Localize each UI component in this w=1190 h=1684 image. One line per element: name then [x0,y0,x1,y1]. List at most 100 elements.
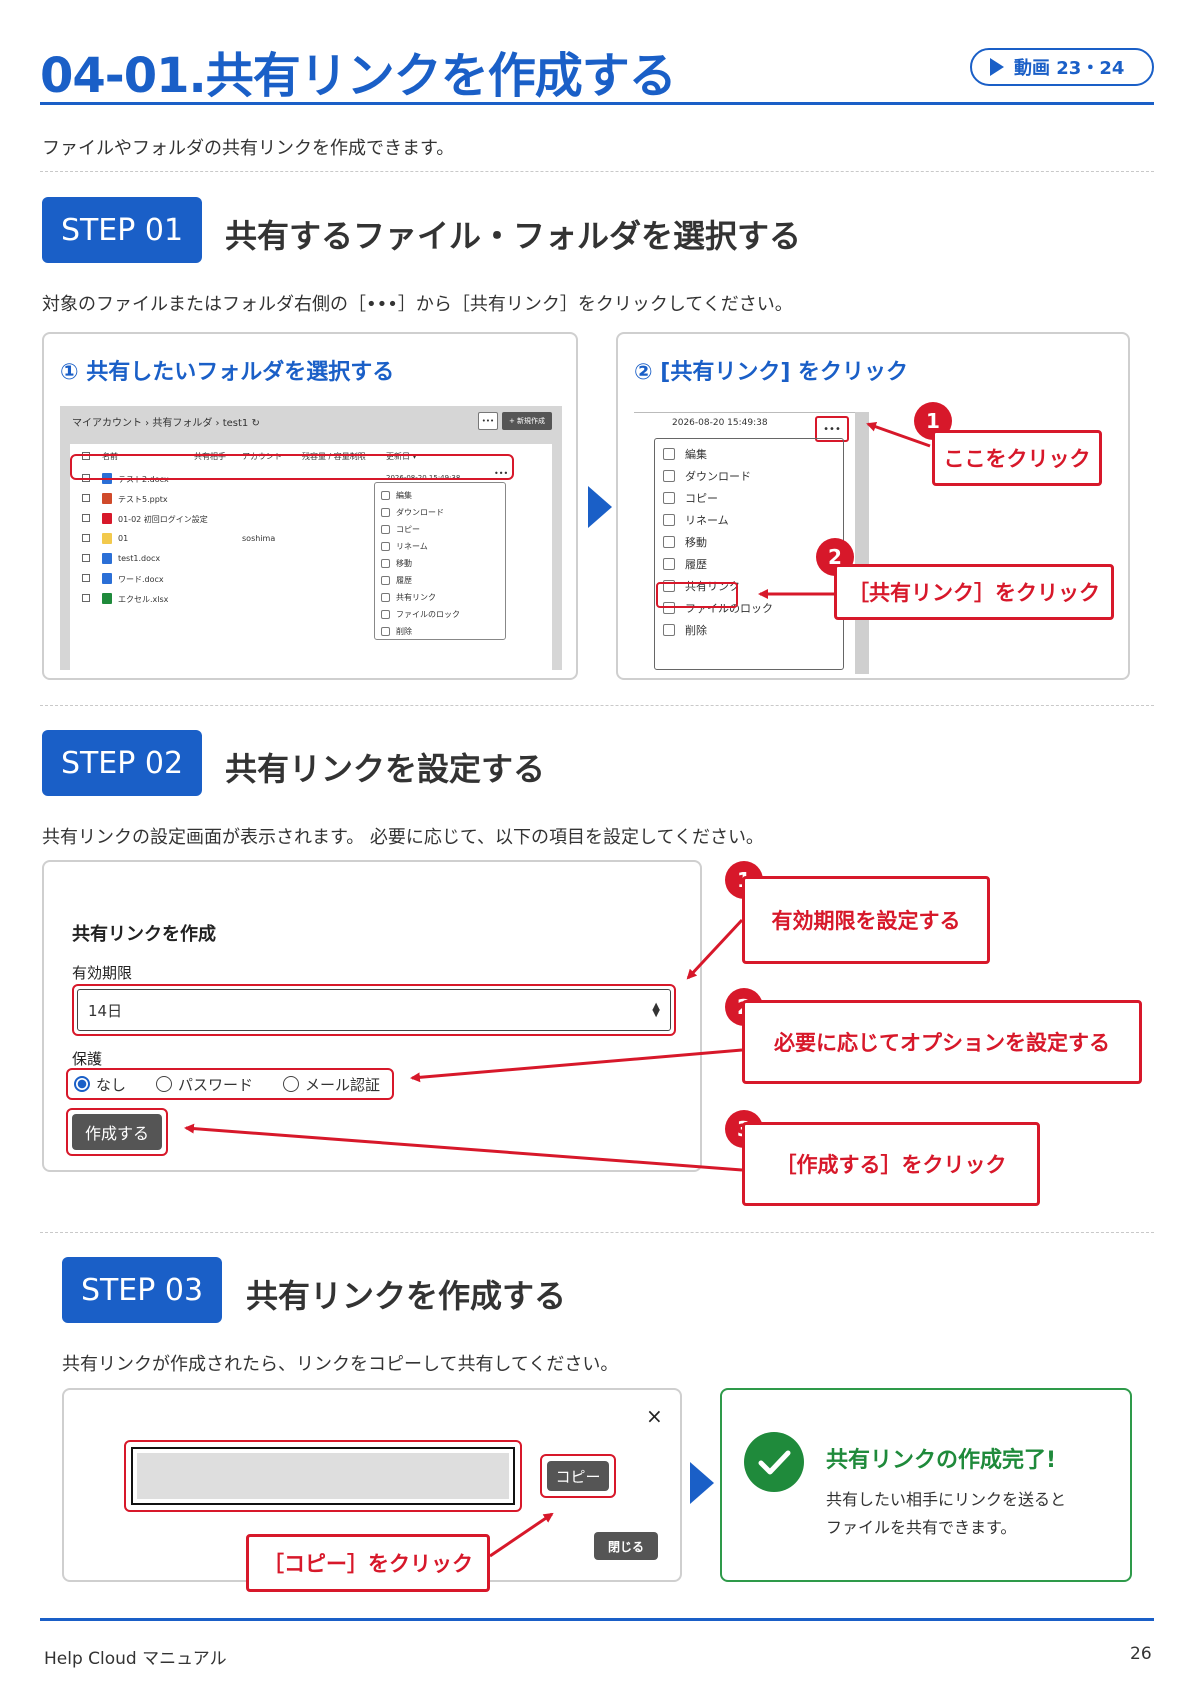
select-arrows-icon: ▲ ▼ [652,1001,660,1019]
callout-create: ［作成する］をクリック [742,1122,1040,1206]
menu-icon [663,536,675,548]
close-icon[interactable]: × [646,1404,663,1428]
row-checkbox[interactable] [82,514,90,522]
row-checkbox[interactable] [82,574,90,582]
row-checkbox[interactable] [82,554,90,562]
menu-label: 編集 [396,491,412,500]
highlight-row [70,454,514,480]
video-label: 動画 23・24 [1014,58,1125,79]
menu-icon [663,514,675,526]
menu-item[interactable]: 履歴 [381,572,499,589]
menu-label: 移動 [396,559,412,568]
menu-icon [663,558,675,570]
row-checkbox[interactable] [82,594,90,602]
step3-lead: 共有リンクが作成されたら、リンクをコピーして共有してください。 [62,1354,619,1375]
option-email-label: メール認証 [305,1075,381,1094]
menu-item[interactable]: リネーム [381,538,499,555]
menu-label: リネーム [685,514,729,527]
copy-button[interactable]: コピー [547,1461,609,1491]
header-rule [40,102,1154,105]
protect-label: 保護 [72,1050,103,1068]
play-icon [990,58,1004,76]
menu-label: ファイルのロック [396,610,460,619]
row-checkbox[interactable] [82,534,90,542]
menu-item[interactable]: 編集 [655,443,843,465]
menu-label: 編集 [685,448,707,461]
panel2-title: ② [共有リンク] をクリック [634,360,909,385]
menu-item[interactable]: 移動 [381,555,499,572]
radio-password[interactable] [156,1076,173,1092]
next-arrow-icon [690,1462,714,1504]
done-line2: ファイルを共有できます。 [826,1518,1017,1537]
menu-item[interactable]: コピー [381,521,499,538]
menu-item[interactable]: 共有リンク [381,589,499,606]
menu-item[interactable]: 削除 [381,623,499,640]
menu-label: コピー [685,492,718,505]
menu-icon [381,559,390,568]
footer-product: Help Cloud マニュアル [44,1649,227,1669]
option-none-label: なし [96,1075,127,1094]
menu-label: 履歴 [396,576,412,585]
highlight-expiry: 14日 ▲ ▼ [72,984,676,1036]
menu-item[interactable]: 履歴 [655,553,843,575]
file-name: test1.docx [118,554,161,563]
file-type-icon [102,533,112,544]
highlight-link-field [124,1440,522,1512]
next-arrow-icon [588,486,612,528]
file-account: soshima [242,534,276,543]
file-type-icon [102,493,112,504]
dialog-title: 共有リンクを作成 [72,924,216,945]
expiry-value: 14日 [88,1001,123,1020]
file-type-icon [102,513,112,524]
step1-panel-select: ① 共有したいフォルダを選択する マイアカウント › 共有フォルダ › test… [42,332,578,680]
row-checkbox[interactable] [82,494,90,502]
panel1-title: ① 共有したいフォルダを選択する [60,360,395,385]
menu-item[interactable]: ファイルのロック [381,606,499,623]
menu-item[interactable]: 編集 [381,487,499,504]
menu-icon [663,470,675,482]
link-field[interactable] [131,1447,515,1505]
more-button[interactable]: ••• [478,412,498,430]
check-icon [744,1432,804,1492]
menu-icon [663,448,675,460]
step1-lead: 対象のファイルまたはフォルダ右側の［•••］から［共有リンク］をクリックしてくだ… [42,294,793,315]
create-button[interactable]: 作成する [72,1114,162,1150]
option-password-label: パスワード [178,1075,254,1094]
menu-item[interactable]: リネーム [655,509,843,531]
menu-icon [381,542,390,551]
divider [40,171,1154,172]
video-badge[interactable]: 動画 23・24 [970,48,1154,86]
menu-label: 削除 [396,627,412,636]
menu-icon [663,624,675,636]
expiry-select[interactable]: 14日 ▲ ▼ [77,989,671,1031]
menu-icon [663,492,675,504]
protect-options: なし パスワード メール認証 [66,1068,394,1100]
breadcrumb: マイアカウント › 共有フォルダ › test1 ↻ [72,418,260,429]
folder-screenshot: マイアカウント › 共有フォルダ › test1 ↻ ••• + 新規作成 名前… [60,406,562,670]
step1-badge: STEP 01 [42,197,202,263]
page-title: 04-01.共有リンクを作成する [40,48,677,104]
radio-email[interactable] [283,1076,300,1092]
new-button[interactable]: + 新規作成 [502,412,552,430]
menu-item[interactable]: ダウンロード [655,465,843,487]
highlight-share-link [656,582,738,608]
callout-copy: ［コピー］をクリック [246,1534,490,1592]
file-name: 01-02 初回ログイン設定 [118,515,208,524]
file-name: テスト5.pptx [118,495,168,504]
mini-context-menu: 編集ダウンロードコピーリネーム移動履歴共有リンクファイルのロック 削除 [374,482,506,640]
step2-title: 共有リンクを設定する [225,750,546,788]
step1-title: 共有するファイル・フォルダを選択する [225,217,802,255]
done-panel: 共有リンクの作成完了! 共有したい相手にリンクを送ると ファイルを共有できます。 [720,1388,1132,1582]
menu-label: 履歴 [685,558,707,571]
menu-item[interactable]: 移動 [655,531,843,553]
menu-item[interactable]: ダウンロード [381,504,499,521]
close-button[interactable]: 閉じる [594,1532,658,1560]
share-link-dialog: 共有リンクを作成 有効期限 14日 ▲ ▼ 保護 なし パスワード メール認証 作… [42,860,702,1172]
intro-text: ファイルやフォルダの共有リンクを作成できます。 [42,138,455,159]
menu-item[interactable]: コピー [655,487,843,509]
menu-label: コピー [396,525,420,534]
link-value [137,1453,509,1499]
menu-item[interactable]: 削除 [655,619,843,641]
radio-none[interactable] [74,1076,90,1092]
scrollbar[interactable] [855,412,869,674]
